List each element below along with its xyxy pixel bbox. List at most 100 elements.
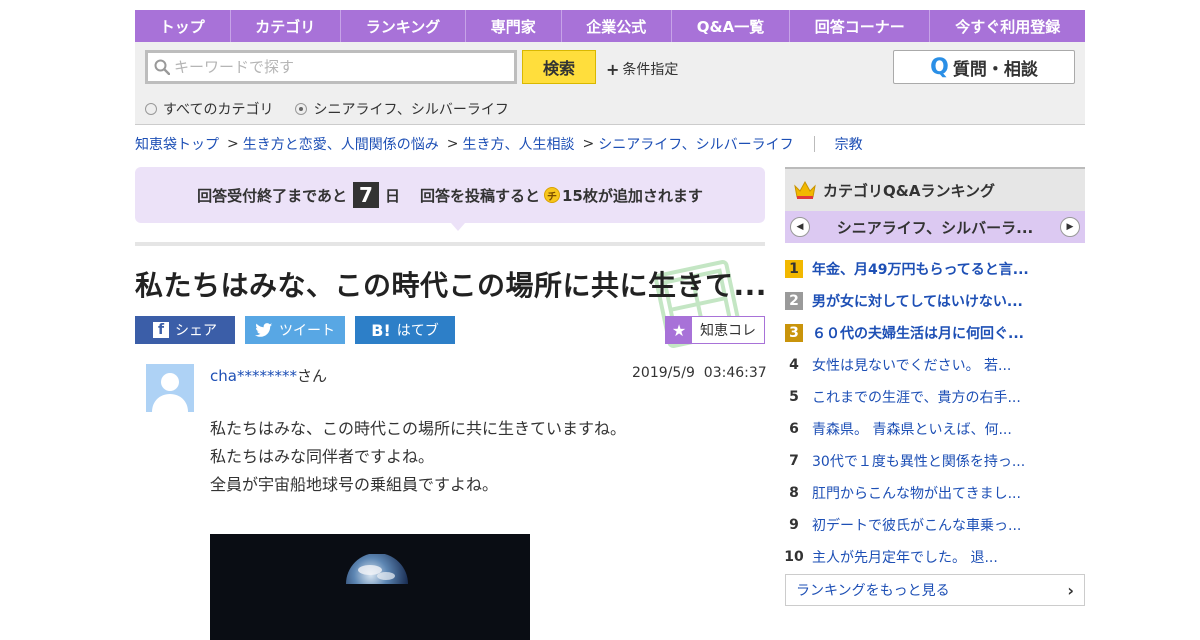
facebook-icon: f [153, 322, 169, 338]
conditions-link[interactable]: + 条件指定 [606, 59, 678, 79]
ranking-item[interactable]: 8 肛門からこんな物が出てきまし... [785, 477, 1085, 509]
search-button[interactable]: 検索 [522, 50, 596, 84]
ranking-item-link[interactable]: これまでの生涯で、貴方の右手... [812, 387, 1021, 407]
earth-image [346, 554, 408, 584]
ranking-item-link[interactable]: ６０代の夫婦生活は月に何回ぐ... [812, 323, 1024, 343]
search-input[interactable] [174, 58, 494, 76]
ranking-item-link[interactable]: 男が女に対してしてはいけない... [812, 291, 1023, 311]
ranking-header: カテゴリQ&Aランキング [785, 167, 1085, 211]
chevron-right-icon: › [1067, 580, 1074, 600]
nav-item-answer-corner[interactable]: 回答コーナー [788, 10, 930, 42]
rank-badge-gold: 1 [785, 260, 803, 278]
question-q-icon: Q [930, 54, 949, 80]
nav-item-qa-list[interactable]: Q&A一覧 [671, 10, 789, 42]
radio-current-category[interactable]: シニアライフ、シルバーライフ [295, 99, 509, 119]
avatar[interactable] [146, 364, 194, 412]
page: トップ カテゴリ ランキング 専門家 企業公式 Q&A一覧 回答コーナー 今すぐ… [135, 10, 1085, 640]
hatena-icon: B! [371, 320, 391, 340]
ranking-item[interactable]: 4 女性は見ないでください。 若... [785, 349, 1085, 381]
hatena-bookmark-button[interactable]: B! はてブ [355, 316, 455, 344]
radio-current-label: シニアライフ、シルバーライフ [313, 102, 509, 118]
ask-question-label: 質問・相談 [952, 59, 1038, 80]
question-image[interactable] [210, 534, 530, 640]
chie-coin-icon: チ [544, 187, 560, 203]
twitter-icon [255, 322, 273, 337]
question-body-line: 私たちはみな同伴者ですよね。 [210, 447, 435, 466]
ranking-item[interactable]: 2 男が女に対してしてはいけない... [785, 285, 1085, 317]
search-area: 検索 + 条件指定 Q 質問・相談 すべてのカテゴリ シニアライフ、シルバーライ… [135, 42, 1085, 125]
notice-suffix: 15枚が追加されます [562, 186, 703, 205]
rank-number: 9 [789, 517, 799, 533]
breadcrumb-item-life-advice[interactable]: 生き方、人生相談 [462, 134, 574, 154]
default-user-icon [152, 373, 188, 412]
star-icon: ★ [666, 317, 692, 343]
nav-item-official[interactable]: 企業公式 [560, 10, 672, 42]
hatena-share-label: はてブ [396, 323, 439, 339]
ranking-item-link[interactable]: 女性は見ないでください。 若... [812, 355, 1011, 375]
conditions-label: 条件指定 [622, 62, 679, 78]
more-ranking-label: ランキングをもっと見る [796, 583, 950, 599]
radio-off-icon [145, 103, 157, 115]
breadcrumb-item-life[interactable]: 生き方と恋愛、人間関係の悩み [243, 134, 439, 154]
ranking-item[interactable]: 6 青森県。 青森県といえば、何... [785, 413, 1085, 445]
rank-number: 10 [784, 549, 804, 565]
question-body-line: 全員が宇宙船地球号の乗組員ですよね。 [210, 475, 499, 494]
radio-on-icon [295, 103, 308, 115]
ranking-item-link[interactable]: 青森県。 青森県といえば、何... [812, 419, 1012, 439]
author-name-link[interactable]: cha******** [210, 367, 297, 385]
chie-kore-label: 知恵コレ [700, 323, 756, 339]
notice-middle: 回答を投稿すると [419, 186, 540, 205]
chie-kore-button[interactable]: ★ 知恵コレ [665, 316, 765, 344]
rank-badge-silver: 2 [785, 292, 803, 310]
twitter-share-button[interactable]: ツイート [245, 316, 345, 344]
breadcrumb-item-religion[interactable]: 宗教 [835, 134, 863, 154]
ranking-item[interactable]: 1 年金、月49万円もらってると言... [785, 253, 1085, 285]
search-icon [154, 59, 170, 75]
question-author: cha********さん [210, 365, 327, 386]
category-radio-group: すべてのカテゴリ シニアライフ、シルバーライフ [145, 99, 509, 119]
more-ranking-button[interactable]: ランキングをもっと見る › [785, 574, 1085, 606]
radio-all-label: すべてのカテゴリ [163, 102, 274, 118]
breadcrumb-item-top[interactable]: 知恵袋トップ [135, 134, 219, 154]
ranking-item[interactable]: 3 ６０代の夫婦生活は月に何回ぐ... [785, 317, 1085, 349]
question-datetime: 2019/5/9 03:46:37 [632, 365, 767, 381]
ranking-list: 1 年金、月49万円もらってると言... 2 男が女に対してしてはいけない...… [784, 253, 1085, 573]
nav-item-top[interactable]: トップ [135, 10, 230, 42]
breadcrumb-item-senior[interactable]: シニアライフ、シルバーライフ [598, 134, 793, 154]
next-category-arrow-icon[interactable]: ▶ [1060, 217, 1080, 237]
facebook-share-label: シェア [175, 323, 217, 339]
days-remaining: 7 [352, 182, 379, 208]
ranking-item-link[interactable]: 肛門からこんな物が出てきまし... [812, 483, 1021, 503]
facebook-share-button[interactable]: f シェア [135, 316, 235, 344]
global-nav: トップ カテゴリ ランキング 専門家 企業公式 Q&A一覧 回答コーナー 今すぐ… [135, 10, 1085, 42]
radio-all-categories[interactable]: すべてのカテゴリ [145, 99, 273, 119]
nav-item-category[interactable]: カテゴリ [229, 10, 341, 42]
ranking-item[interactable]: 5 これまでの生涯で、貴方の右手... [785, 381, 1085, 413]
question-body-line: 私たちはみな、この時代この場所に共に生きていますね。 [210, 419, 627, 438]
ranking-item-link[interactable]: 30代で１度も異性と関係を持っ... [812, 451, 1025, 471]
ranking-category-name: シニアライフ、シルバーラ... [836, 218, 1034, 237]
ranking-item[interactable]: 7 30代で１度も異性と関係を持っ... [785, 445, 1085, 477]
share-buttons: f シェア ツイート B! はてブ [135, 316, 455, 344]
rank-number: 6 [789, 421, 799, 437]
nav-item-register[interactable]: 今すぐ利用登録 [929, 10, 1085, 42]
nav-item-experts[interactable]: 専門家 [465, 10, 561, 42]
ranking-item[interactable]: 10 主人が先月定年でした。 退... [784, 541, 1085, 573]
rank-number: 4 [789, 357, 799, 373]
ranking-item-link[interactable]: 年金、月49万円もらってると言... [812, 259, 1029, 279]
ranking-item-link[interactable]: 主人が先月定年でした。 退... [812, 547, 998, 567]
breadcrumb: 知恵袋トップ > 生き方と恋愛、人間関係の悩み > 生き方、人生相談 > シニア… [135, 134, 863, 154]
ask-question-button[interactable]: Q 質問・相談 [893, 50, 1075, 84]
days-unit: 日 [384, 186, 400, 205]
notice-prefix: 回答受付終了まであと [197, 186, 347, 205]
twitter-share-label: ツイート [279, 323, 335, 339]
ranking-title: カテゴリQ&Aランキング [823, 181, 995, 200]
question-time: 03:46:37 [703, 365, 767, 381]
notice-tail [451, 223, 465, 231]
rank-badge-bronze: 3 [785, 324, 803, 342]
nav-item-ranking[interactable]: ランキング [340, 10, 465, 42]
ranking-item-link[interactable]: 初デートで彼氏がこんな車乗っ... [812, 515, 1021, 535]
ranking-item[interactable]: 9 初デートで彼氏がこんな車乗っ... [785, 509, 1085, 541]
breadcrumb-separator: > [227, 136, 239, 152]
prev-category-arrow-icon[interactable]: ◀ [790, 217, 810, 237]
